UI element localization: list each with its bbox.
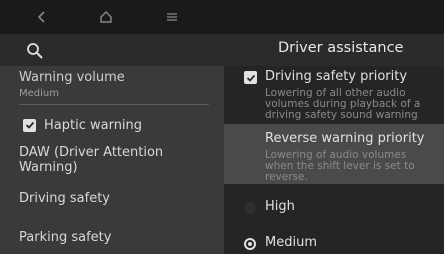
- haptic-warning-toggle[interactable]: Haptic warning: [0, 114, 224, 136]
- home-icon[interactable]: [94, 8, 118, 26]
- checkbox-checked-icon[interactable]: [23, 118, 36, 132]
- checkbox-unchecked-icon[interactable]: [244, 133, 257, 146]
- checkbox-checked-icon[interactable]: [244, 71, 257, 84]
- search-icon[interactable]: [26, 42, 44, 60]
- reverse-warning-priority-label[interactable]: Reverse warning priority: [265, 131, 425, 146]
- sidebar-item-driving-safety[interactable]: Driving safety: [0, 188, 224, 208]
- reverse-warning-priority-desc: reverse.: [265, 171, 308, 183]
- top-nav-bar: [0, 0, 444, 34]
- chevron-left-icon[interactable]: [30, 8, 54, 26]
- sidebar-item-label: Driving safety: [19, 190, 110, 206]
- warning-volume-value: Medium: [19, 88, 59, 99]
- radio-unselected-icon[interactable]: [244, 202, 256, 214]
- page-title: Driver assistance: [278, 40, 404, 56]
- driving-safety-priority-label[interactable]: Driving safety priority: [265, 69, 407, 84]
- sidebar-item-label: Parking safety: [19, 229, 112, 245]
- volume-option-high[interactable]: High: [265, 199, 295, 214]
- warning-volume-label[interactable]: Warning volume: [19, 70, 125, 85]
- driving-safety-priority-desc: driving safety sound warning: [265, 109, 418, 121]
- radio-selected-icon[interactable]: [244, 238, 256, 250]
- divider: [19, 104, 209, 105]
- haptic-warning-label: Haptic warning: [44, 117, 143, 133]
- volume-option-medium[interactable]: Medium: [265, 235, 317, 250]
- menu-icon[interactable]: [160, 8, 184, 26]
- sidebar-item-daw[interactable]: DAW (Driver Attention Warning): [0, 145, 224, 175]
- sidebar-item-label: DAW (Driver Attention Warning): [19, 145, 164, 175]
- sidebar-item-parking-safety[interactable]: Parking safety: [0, 227, 224, 247]
